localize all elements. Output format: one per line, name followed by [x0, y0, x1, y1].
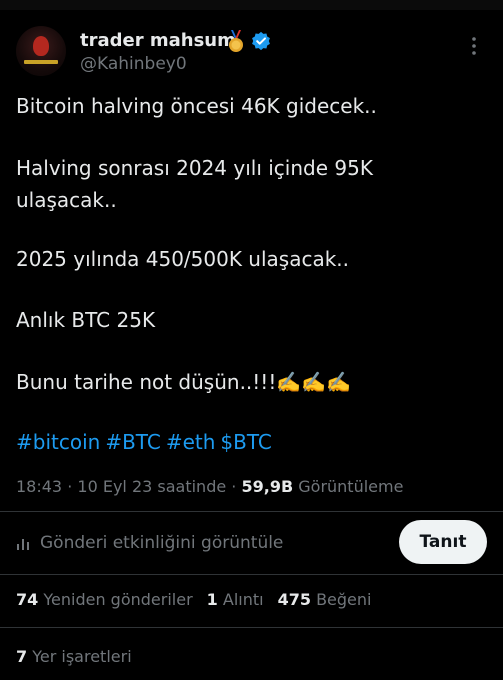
divider [0, 627, 503, 628]
retweets-stat[interactable]: 74 Yeniden gönderiler [16, 590, 193, 609]
tweet-meta: 18:43 · 10 Eyl 23 saatinde · 59,9B Görün… [16, 477, 403, 496]
status-strip [0, 0, 503, 10]
divider [0, 574, 503, 575]
likes-count: 475 [277, 590, 311, 609]
retweets-count: 74 [16, 590, 39, 609]
bookmarks-stat[interactable]: 7 Yer işaretleri [16, 647, 132, 666]
tweet-text-line-1: Bitcoin halving öncesi 46K gidecek.. [16, 94, 377, 118]
verified-badge-icon [252, 31, 270, 51]
view-activity-link[interactable]: Gönderi etkinliğini görüntüle [16, 533, 283, 553]
retweets-label: Yeniden gönderiler [43, 590, 193, 609]
likes-label: Beğeni [316, 590, 372, 609]
cashtag-link[interactable]: $BTC [220, 430, 271, 454]
hashtag-link[interactable]: #bitcoin [16, 430, 100, 454]
tweet-date[interactable]: 10 Eyl 23 saatinde [77, 477, 226, 496]
view-activity-label: Gönderi etkinliğini görüntüle [40, 533, 284, 553]
avatar-emblem [33, 36, 49, 56]
avatar[interactable] [16, 26, 66, 76]
user-handle[interactable]: @Kahinbey0 [80, 54, 187, 74]
quotes-count: 1 [206, 590, 218, 609]
hashtags: #bitcoin #BTC #eth $BTC [16, 430, 277, 454]
meta-separator: · [231, 477, 237, 496]
tweet-text-line-3: ulaşacak.. [16, 188, 117, 212]
hashtag-link[interactable]: #BTC [105, 430, 161, 454]
tweet-text-line-6: Bunu tarihe not düşün..!!!✍️✍️✍️ [16, 370, 352, 394]
views-count: 59,9B [241, 477, 294, 496]
quotes-stat[interactable]: 1 Alıntı [207, 590, 264, 609]
bookmarks-label: Yer işaretleri [32, 647, 132, 666]
tweet-text-line-4: 2025 yılında 450/500K ulaşacak.. [16, 247, 350, 271]
hashtag-link[interactable]: #eth [166, 430, 216, 454]
likes-stat[interactable]: 475 Beğeni [278, 590, 372, 609]
meta-separator: · [67, 477, 73, 496]
avatar-caption [24, 60, 58, 64]
analytics-icon [17, 539, 29, 550]
bookmarks-count: 7 [16, 647, 28, 666]
quotes-label: Alıntı [222, 590, 264, 609]
medal-icon [229, 30, 243, 52]
tweet-text-line-5: Anlık BTC 25K [16, 308, 156, 332]
engagement-stats: 74 Yeniden gönderiler 1 Alıntı 475 Beğeni [16, 590, 371, 609]
promote-button[interactable]: Tanıt [399, 520, 487, 564]
display-name[interactable]: trader mahsum [80, 30, 236, 51]
more-options-icon[interactable] [470, 36, 478, 56]
views-label: Görüntüleme [298, 477, 404, 496]
tweet-text-line-2: Halving sonrası 2024 yılı içinde 95K [16, 156, 373, 180]
tweet-time[interactable]: 18:43 [16, 477, 62, 496]
divider [0, 511, 503, 512]
